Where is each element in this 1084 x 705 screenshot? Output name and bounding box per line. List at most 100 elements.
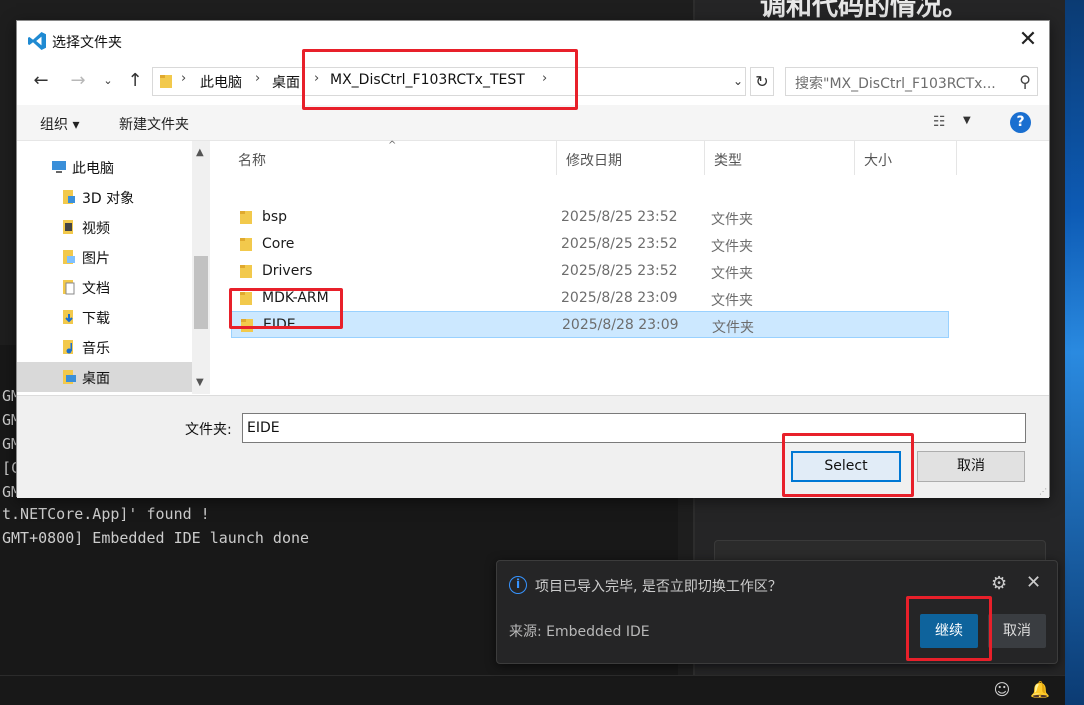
navigation-tree: 此电脑 3D 对象 视频 图片 文档 下载 音乐 桌面 ▲ ▼ (17, 141, 212, 394)
breadcrumb-separator-icon[interactable]: › (314, 71, 319, 86)
scrollbar-thumb[interactable] (194, 256, 208, 329)
file-date: 2025/8/28 23:09 (561, 290, 678, 306)
dialog-title: 选择文件夹 (52, 35, 122, 51)
file-date: 2025/8/28 23:09 (562, 317, 679, 333)
folder-icon (240, 238, 252, 251)
file-row-drivers[interactable]: Drivers 2025/8/25 23:52 文件夹 (231, 258, 949, 285)
gear-icon[interactable]: ⚙ (991, 573, 1007, 594)
dialog-toolbar: 组织 ▾ 新建文件夹 ☷ ▼ ? (17, 105, 1049, 141)
terminal-line: t.NETCore.App]' found ! (2, 505, 210, 523)
folder-icon (240, 211, 252, 224)
folder-field-label: 文件夹: (185, 422, 232, 438)
continue-button[interactable]: 继续 (920, 614, 978, 648)
folder-name-input[interactable] (242, 413, 1026, 443)
file-name: Drivers (262, 263, 313, 279)
breadcrumb-desktop[interactable]: 桌面 (272, 72, 300, 92)
tree-item-label: 桌面 (82, 371, 110, 387)
tree-item-downloads[interactable]: 下载 (17, 302, 192, 332)
copilot-icon[interactable]: ☺ (992, 680, 1012, 700)
select-button[interactable]: Select (791, 451, 901, 482)
file-type: 文件夹 (711, 239, 753, 255)
vscode-logo-icon (28, 32, 46, 50)
tree-item-this-pc[interactable]: 此电脑 (17, 152, 192, 182)
pictures-icon (63, 250, 75, 264)
file-row-core[interactable]: Core 2025/8/25 23:52 文件夹 (231, 231, 949, 258)
tree-item-documents[interactable]: 文档 (17, 272, 192, 302)
download-icon (63, 310, 73, 324)
file-row-bsp[interactable]: bsp 2025/8/25 23:52 文件夹 (231, 204, 949, 231)
music-icon (63, 340, 73, 354)
breadcrumb-separator-icon[interactable]: › (255, 71, 260, 86)
desktop-icon (63, 370, 76, 384)
folder-icon (240, 265, 252, 278)
file-type: 文件夹 (711, 293, 753, 309)
folder-icon (160, 75, 172, 88)
status-bar: ☺ 🔔 (0, 675, 1065, 705)
file-type: 文件夹 (711, 266, 753, 282)
column-header-date[interactable]: 修改日期 (557, 141, 705, 175)
documents-icon (63, 280, 75, 295)
close-icon[interactable]: ✕ (1026, 572, 1041, 593)
file-type: 文件夹 (711, 212, 753, 228)
breadcrumb-this-pc[interactable]: 此电脑 (200, 72, 242, 92)
editor-background (0, 0, 695, 22)
file-name: MDK-ARM (262, 290, 329, 306)
file-date: 2025/8/25 23:52 (561, 263, 678, 279)
forward-arrow-icon[interactable]: → (67, 70, 89, 92)
notification-bell-icon[interactable]: 🔔 (1030, 680, 1050, 700)
search-icon: ⚲ (1019, 72, 1031, 91)
file-date: 2025/8/25 23:52 (561, 209, 678, 225)
up-arrow-icon[interactable]: ↑ (124, 70, 146, 92)
new-folder-button[interactable]: 新建文件夹 (119, 114, 189, 134)
tree-item-pictures[interactable]: 图片 (17, 242, 192, 272)
info-icon: i (509, 576, 527, 594)
breadcrumb-project-folder[interactable]: MX_DisCtrl_F103RCTx_TEST (330, 72, 525, 88)
breadcrumb-separator-icon[interactable]: › (542, 71, 547, 86)
scroll-up-icon[interactable]: ▲ (196, 147, 204, 158)
desktop-wallpaper-strip (1065, 0, 1084, 705)
search-box[interactable]: 搜索"MX_DisCtrl_F103RCTx... ⚲ (785, 67, 1038, 96)
recent-chevron-icon[interactable]: ⌄ (97, 70, 119, 92)
back-arrow-icon[interactable]: ← (30, 70, 52, 92)
column-header-size[interactable]: 大小 (855, 141, 957, 175)
tree-item-label: 音乐 (82, 341, 110, 357)
breadcrumb-separator-icon[interactable]: › (181, 71, 186, 86)
tree-item-videos[interactable]: 视频 (17, 212, 192, 242)
address-bar[interactable]: › 此电脑 › 桌面 › MX_DisCtrl_F103RCTx_TEST › … (152, 67, 746, 96)
address-dropdown-icon[interactable]: ⌄ (733, 74, 743, 88)
tree-item-desktop[interactable]: 桌面 (17, 362, 192, 392)
tree-item-label: 下载 (82, 311, 110, 327)
terminal-line: GMT+0800] Embedded IDE launch done (2, 529, 310, 547)
file-date: 2025/8/25 23:52 (561, 236, 678, 252)
tree-scrollbar[interactable]: ▲ ▼ (192, 141, 210, 394)
file-row-mdk-arm[interactable]: MDK-ARM 2025/8/28 23:09 文件夹 (231, 285, 949, 312)
help-icon[interactable]: ? (1010, 112, 1031, 133)
file-name: bsp (262, 209, 288, 225)
notification-source: 来源: Embedded IDE (509, 624, 650, 640)
file-row-eide[interactable]: EIDE 2025/8/28 23:09 文件夹 (231, 311, 949, 338)
notification-cancel-button[interactable]: 取消 (988, 614, 1046, 648)
folder-icon (240, 292, 252, 305)
search-input[interactable]: 搜索"MX_DisCtrl_F103RCTx... (795, 73, 1005, 93)
navigation-bar: ← → ⌄ ↑ › 此电脑 › 桌面 › MX_DisCtrl_F103RCTx… (17, 65, 1049, 99)
tree-item-3d-objects[interactable]: 3D 对象 (17, 182, 192, 212)
folder-picker-dialog: 选择文件夹 ✕ ← → ⌄ ↑ › 此电脑 › 桌面 › MX_DisCtrl_… (16, 20, 1050, 498)
refresh-icon[interactable]: ↻ (750, 67, 774, 96)
3d-objects-icon (63, 190, 75, 204)
cancel-button[interactable]: 取消 (917, 451, 1025, 482)
column-header-type[interactable]: 类型 (705, 141, 855, 175)
close-icon[interactable]: ✕ (1017, 29, 1039, 51)
tree-item-label: 3D 对象 (82, 191, 135, 207)
file-name: Core (262, 236, 295, 252)
organize-menu[interactable]: 组织 ▾ (40, 114, 79, 134)
dialog-footer: 文件夹: Select 取消 ⋰ (17, 395, 1049, 498)
view-options-icon[interactable]: ☷ (933, 114, 946, 130)
video-icon (63, 220, 73, 234)
tree-item-label: 此电脑 (72, 161, 114, 177)
tree-item-music[interactable]: 音乐 (17, 332, 192, 362)
file-list: ^ 名称 修改日期 类型 大小 bsp 2025/8/25 23:52 文件夹 … (213, 140, 1049, 394)
resize-grip-icon[interactable]: ⋰ (1039, 487, 1047, 496)
scroll-down-icon[interactable]: ▼ (196, 377, 204, 388)
column-header-name[interactable]: 名称 (229, 141, 557, 175)
view-dropdown-icon[interactable]: ▼ (963, 115, 971, 126)
